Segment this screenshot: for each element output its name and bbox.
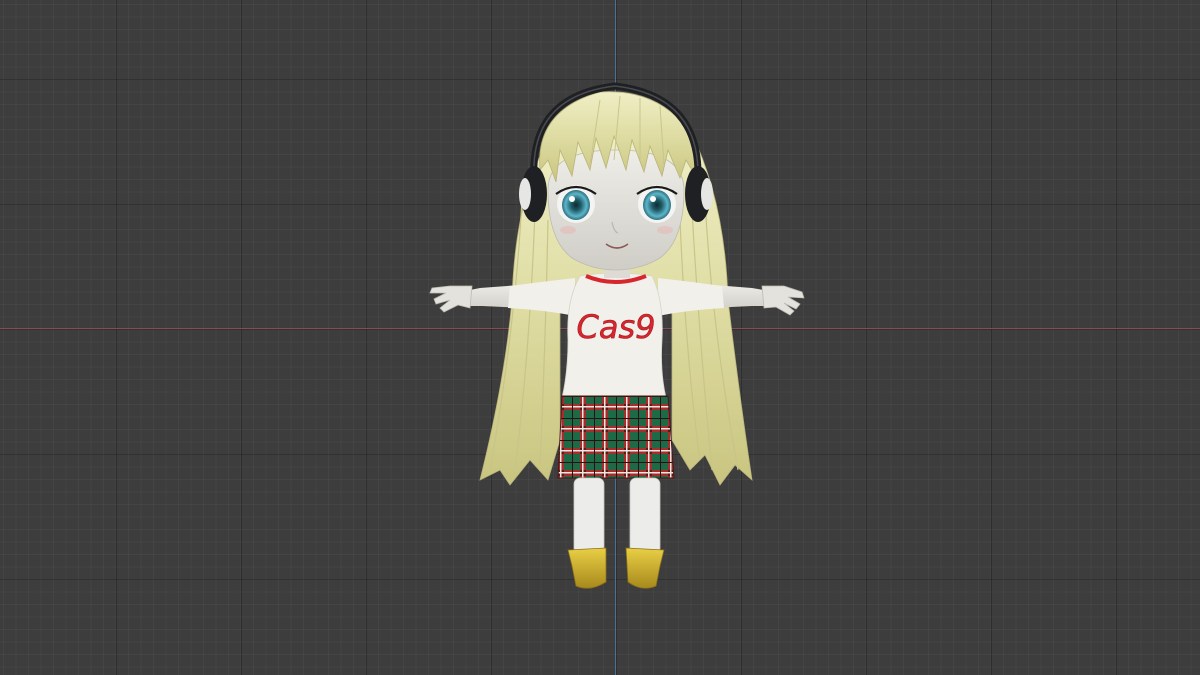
left-shoe: [567, 547, 607, 589]
right-eye: [643, 190, 671, 220]
right-hand: [761, 285, 805, 316]
left-eye: [562, 190, 590, 220]
3d-viewport[interactable]: Cas9: [0, 0, 1200, 675]
left-leg: [573, 477, 605, 555]
left-hand: [429, 285, 473, 313]
right-shoe: [625, 547, 665, 589]
right-leg: [629, 477, 661, 555]
character-model[interactable]: Cas9: [0, 0, 1200, 675]
plaid-skirt: [557, 395, 675, 479]
shirt-print-text: Cas9: [577, 308, 656, 346]
